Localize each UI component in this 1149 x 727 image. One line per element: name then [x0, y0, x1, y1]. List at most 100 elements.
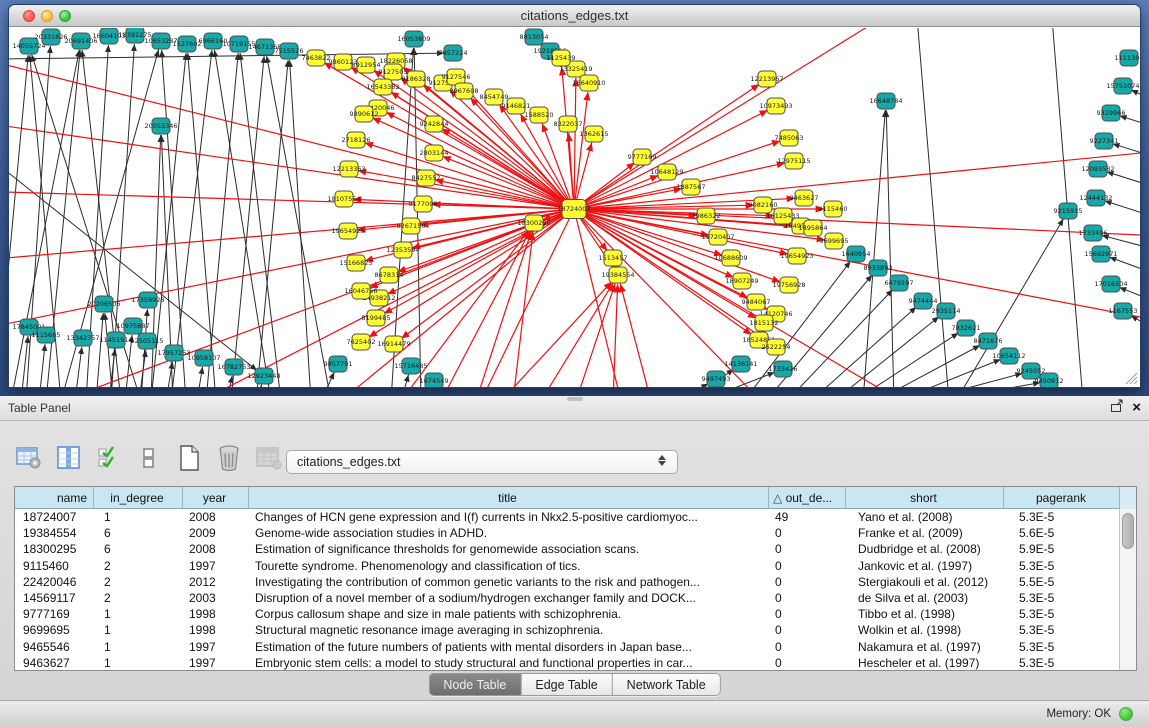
- graph-edge[interactable]: [1119, 287, 1140, 304]
- graph-edge[interactable]: [613, 284, 618, 387]
- table-cell[interactable]: 1997: [183, 639, 249, 655]
- panel-splitter-handle[interactable]: [567, 397, 583, 401]
- graph-edge[interactable]: [914, 28, 949, 387]
- table-cell[interactable]: 1997: [183, 558, 249, 574]
- table-cell[interactable]: Estimation of the future numbers of pati…: [249, 639, 769, 655]
- graph-edge[interactable]: [401, 209, 574, 339]
- table-cell[interactable]: 5.3E-5: [1004, 590, 1121, 606]
- table-cell[interactable]: Estimation of significance thresholds fo…: [249, 541, 769, 557]
- create-column-button[interactable]: [174, 443, 204, 473]
- table-cell[interactable]: 9465546: [15, 639, 94, 655]
- table-cell[interactable]: 0: [769, 655, 846, 671]
- table-cell[interactable]: 5.3E-5: [1004, 558, 1121, 574]
- graph-edge[interactable]: [372, 118, 574, 209]
- table-row[interactable]: 1872400712008Changes of HCN gene express…: [15, 509, 1136, 525]
- tab-edge-table[interactable]: Edge Table: [521, 674, 612, 695]
- table-cell[interactable]: Structural magnetic resonance image aver…: [249, 622, 769, 638]
- table-cell[interactable]: Disruption of a novel member of a sodium…: [249, 590, 769, 606]
- table-cell[interactable]: 18724007: [15, 509, 94, 525]
- table-vertical-scrollbar[interactable]: [1119, 509, 1136, 670]
- graph-edge[interactable]: [574, 92, 588, 209]
- table-row[interactable]: 969969511998Structural magnetic resonanc…: [15, 622, 1136, 638]
- graph-edge[interactable]: [541, 283, 613, 387]
- column-header-title[interactable]: title: [249, 487, 769, 508]
- table-cell[interactable]: 6: [94, 525, 183, 541]
- table-cell[interactable]: 5.6E-5: [1004, 525, 1121, 541]
- graph-edge[interactable]: [834, 317, 939, 387]
- window-titlebar[interactable]: citations_edges.txt: [9, 5, 1140, 27]
- table-cell[interactable]: 5.5E-5: [1004, 574, 1121, 590]
- table-cell[interactable]: Changes of HCN gene expression and I(f) …: [249, 509, 769, 525]
- float-panel-button[interactable]: [1109, 399, 1124, 416]
- graph-edge[interactable]: [620, 284, 651, 387]
- table-cell[interactable]: 1: [94, 639, 183, 655]
- graph-edge[interactable]: [1107, 172, 1140, 189]
- delete-table-button[interactable]: [254, 443, 284, 473]
- graph-edge[interactable]: [9, 209, 574, 331]
- table-cell[interactable]: Wolkin et al. (1998): [846, 622, 1004, 638]
- table-cell[interactable]: Tibbo et al. (1998): [846, 606, 1004, 622]
- graph-edge[interactable]: [562, 67, 574, 209]
- network-graph[interactable]: 1405572420331826206914061660410318391275…: [9, 28, 1140, 387]
- table-cell[interactable]: 2: [94, 558, 183, 574]
- column-header-name[interactable]: name: [15, 487, 94, 508]
- table-cell[interactable]: 1998: [183, 622, 249, 638]
- graph-edge[interactable]: [75, 347, 82, 387]
- table-cell[interactable]: Stergiakouli et al. (2012): [846, 574, 1004, 590]
- table-cell[interactable]: Investigating the contribution of common…: [249, 574, 769, 590]
- table-row[interactable]: 2242004622012Investigating the contribut…: [15, 574, 1136, 590]
- table-cell[interactable]: 19384554: [15, 525, 94, 541]
- table-cell[interactable]: 9463627: [15, 655, 94, 671]
- table-cell[interactable]: Franke et al. (2009): [846, 525, 1004, 541]
- table-cell[interactable]: Embryonic stem cells: a model to study s…: [249, 655, 769, 671]
- close-panel-button[interactable]: ×: [1132, 400, 1141, 415]
- graph-edge[interactable]: [442, 156, 574, 209]
- graph-edge[interactable]: [1120, 116, 1140, 129]
- column-header-short[interactable]: short: [846, 487, 1004, 508]
- graph-edge[interactable]: [9, 55, 28, 387]
- graph-edge[interactable]: [574, 84, 760, 209]
- graph-edge[interactable]: [574, 78, 576, 209]
- graph-edge[interactable]: [937, 383, 1040, 387]
- table-row[interactable]: 911546021997Tourette syndrome. Phenomeno…: [15, 558, 1136, 574]
- table-cell[interactable]: Tourette syndrome. Phenomenology and cla…: [249, 558, 769, 574]
- column-layout-button[interactable]: [134, 443, 164, 473]
- graph-edge[interactable]: [787, 290, 893, 387]
- graph-edge[interactable]: [231, 56, 264, 387]
- graph-edge[interactable]: [9, 56, 574, 209]
- graph-edge[interactable]: [886, 110, 894, 387]
- table-cell[interactable]: 2: [94, 574, 183, 590]
- table-cell[interactable]: 0: [769, 590, 846, 606]
- delete-column-button[interactable]: [214, 443, 244, 473]
- graph-edge[interactable]: [854, 333, 958, 387]
- table-mode-button[interactable]: [14, 443, 44, 473]
- table-cell[interactable]: 18300295: [15, 541, 94, 557]
- table-cell[interactable]: 0: [769, 639, 846, 655]
- row-selection-button[interactable]: [94, 443, 124, 473]
- resize-grip-icon[interactable]: [1124, 371, 1138, 385]
- graph-edge[interactable]: [1131, 90, 1140, 104]
- table-cell[interactable]: 5.9E-5: [1004, 541, 1121, 557]
- table-selector[interactable]: citations_edges.txt: [286, 450, 678, 474]
- graph-edge[interactable]: [1113, 144, 1140, 159]
- table-cell[interactable]: 0: [769, 525, 846, 541]
- table-cell[interactable]: 1: [94, 622, 183, 638]
- table-cell[interactable]: 2008: [183, 541, 249, 557]
- table-cell[interactable]: 2008: [183, 509, 249, 525]
- table-cell[interactable]: 9699695: [15, 622, 94, 638]
- table-cell[interactable]: 22420046: [15, 574, 94, 590]
- table-cell[interactable]: 0: [769, 558, 846, 574]
- tab-node-table[interactable]: Node Table: [429, 674, 521, 695]
- column-header-out-de-[interactable]: △ out_de...: [769, 487, 846, 508]
- table-cell[interactable]: Jankovic et al. (1997): [846, 558, 1004, 574]
- table-cell[interactable]: 9115460: [15, 558, 94, 574]
- table-cell[interactable]: Yano et al. (2008): [846, 509, 1004, 525]
- graph-edge[interactable]: [863, 110, 885, 387]
- table-row[interactable]: 1938455462009Genome-wide association stu…: [15, 525, 1136, 541]
- graph-edge[interactable]: [1109, 257, 1140, 276]
- table-row[interactable]: 977716911998Corpus callosum shape and si…: [15, 606, 1136, 622]
- tab-network-table[interactable]: Network Table: [613, 674, 720, 695]
- table-cell[interactable]: 2: [94, 590, 183, 606]
- table-cell[interactable]: 2003: [183, 590, 249, 606]
- table-cell[interactable]: 6: [94, 541, 183, 557]
